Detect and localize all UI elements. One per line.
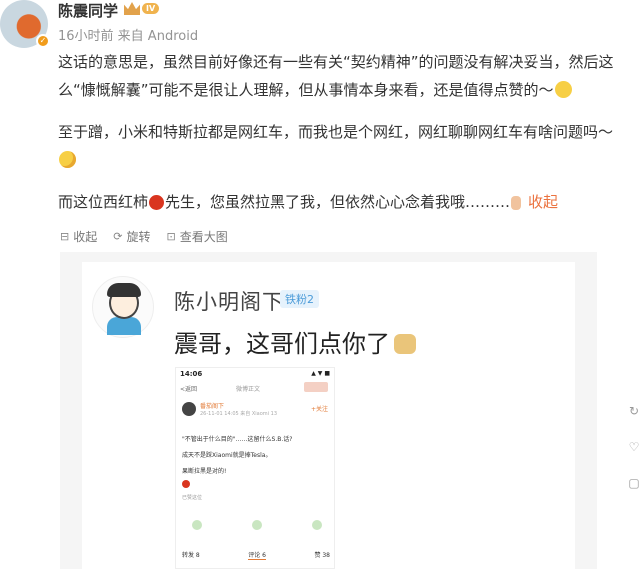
phone-bottom-tabs: 转发 8 评论 6 赞 38 — [182, 550, 330, 560]
phone-time: 14:06 — [180, 370, 203, 378]
collapse-icon: ⊟ — [60, 230, 70, 243]
phone-follow: +关注 — [310, 406, 328, 413]
vip-level-badge[interactable]: IV — [124, 2, 160, 15]
embedded-text-content: 震哥，这哥们点你了 — [174, 330, 390, 358]
phone-line-2: 成天不是踩Xiaomi就是捧Tesla。 — [182, 452, 272, 459]
post-text: 而这位西红柿 — [58, 193, 149, 211]
phone-line-3: 果断拉黑是对的! — [182, 468, 227, 475]
rotate-label: 旋转 — [126, 230, 151, 244]
embedded-username: 陈小明阁下 — [174, 290, 284, 314]
crown-icon — [124, 2, 140, 15]
orange-verified-icon: ✓ — [36, 34, 50, 48]
phone-title: 微博正文 — [236, 386, 261, 393]
phone-line-1: "不管出于什么目的"……这留什么S.B.话? — [182, 436, 293, 443]
fan-badge: 铁粉2 — [280, 290, 319, 308]
image-content: 陈小明阁下 铁粉2 震哥，这哥们点你了 14:06 ▲ ▼ ■ <返回 微博正文… — [82, 262, 575, 569]
phone-icon-row — [192, 520, 322, 530]
heart-icon[interactable]: ♡ — [629, 440, 640, 454]
finger-emoji-icon — [511, 196, 522, 210]
cartoon-avatar — [92, 276, 154, 338]
post-image[interactable]: 陈小明阁下 铁粉2 震哥，这哥们点你了 14:06 ▲ ▼ ■ <返回 微博正文… — [60, 252, 597, 569]
post-text: 这话的意思是，虽然目前好像还有一些有关“契约精神”的问题没有解决妥当，然后这么“… — [58, 53, 614, 99]
smile-emoji-icon — [554, 81, 572, 98]
rotate-icon: ⟳ — [113, 230, 123, 243]
avatar-shirt — [107, 317, 141, 335]
phone-username: 番茄阁下 — [200, 403, 225, 410]
phone-tab-repost: 转发 8 — [182, 552, 200, 559]
avatar-hair — [107, 283, 141, 297]
right-floating-icons: ↻ ♡ ▢ — [627, 404, 641, 490]
embedded-text: 震哥，这哥们点你了 — [174, 324, 416, 359]
phone-tab-like: 赞 38 — [314, 552, 330, 559]
comment-icon[interactable]: ▢ — [628, 476, 639, 490]
phone-chat-icon — [252, 520, 262, 530]
collapse-link[interactable]: 收起 — [528, 193, 558, 211]
phone-tomato-icon — [182, 480, 190, 488]
view-large-image-button[interactable]: ⊡ 查看大图 — [166, 228, 227, 245]
collapse-image-button[interactable]: ⊟ 收起 — [60, 228, 97, 245]
phone-action: 已赞这位 — [182, 495, 203, 501]
zoom-icon: ⊡ — [166, 230, 176, 243]
thinking-emoji-icon — [59, 151, 76, 168]
phone-status-icons: ▲ ▼ ■ — [311, 370, 330, 377]
phone-red-button — [304, 382, 328, 392]
rotate-image-button[interactable]: ⟳ 旋转 — [113, 228, 150, 245]
post-meta: 16小时前 来自 Android — [58, 29, 199, 44]
username[interactable]: 陈震同学 — [58, 0, 118, 21]
phone-share-icon — [192, 520, 202, 530]
phone-like-icon — [312, 520, 322, 530]
post-paragraph-2: 至于蹭，小米和特斯拉都是网红车，而我也是个网红，网红聊聊网红车有啥问题吗～ — [58, 118, 618, 174]
tomato-emoji-icon — [149, 195, 165, 210]
phone-meta: 26-11-01 14:05 来自 Xiaomi 13 — [200, 411, 278, 417]
collapse-label: 收起 — [73, 230, 98, 244]
post-paragraph-1: 这话的意思是，虽然目前好像还有一些有关“契约精神”的问题没有解决妥当，然后这么“… — [58, 48, 618, 104]
phone-screenshot: 14:06 ▲ ▼ ■ <返回 微博正文 番茄阁下 26-11-01 14:05… — [175, 367, 335, 569]
phone-tab-comment: 评论 6 — [248, 552, 266, 560]
view-large-label: 查看大图 — [179, 230, 228, 244]
phone-avatar — [182, 402, 196, 416]
post-text: 先生，您虽然拉黑了我，但依然心心念着我哦……… — [165, 193, 511, 211]
level-label: IV — [142, 3, 160, 14]
refresh-icon[interactable]: ↻ — [629, 404, 639, 418]
cat-emoji-icon — [394, 334, 416, 354]
post-text: 至于蹭，小米和特斯拉都是网红车，而我也是个网红，网红聊聊网红车有啥问题吗～ — [58, 123, 614, 141]
post-body: 这话的意思是，虽然目前好像还有一些有关“契约精神”的问题没有解决妥当，然后这么“… — [58, 48, 618, 230]
image-toolbar: ⊟ 收起 ⟳ 旋转 ⊡ 查看大图 — [60, 228, 228, 245]
post-paragraph-3: 而这位西红柿 先生，您虽然拉黑了我，但依然心心念着我哦……… 收起 — [58, 188, 618, 216]
phone-back: <返回 — [180, 386, 198, 393]
